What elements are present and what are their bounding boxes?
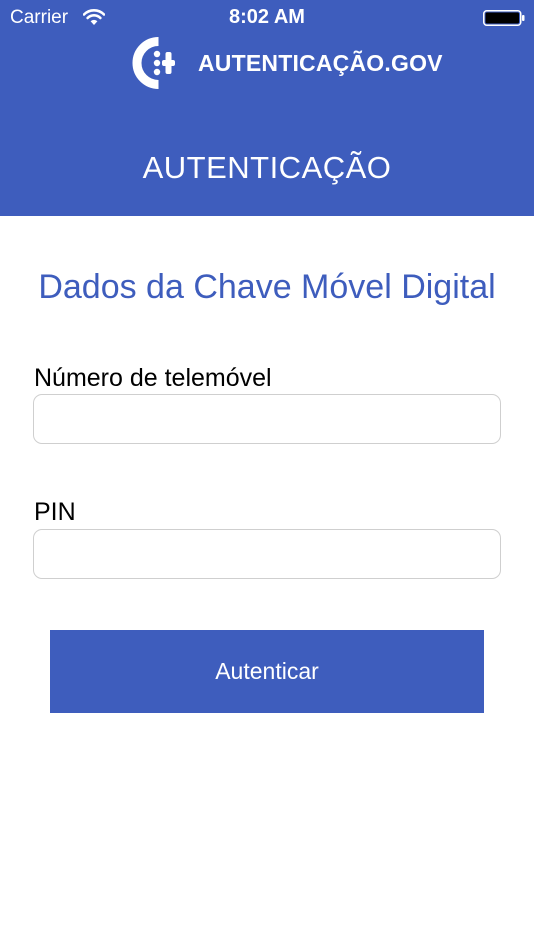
login-screen: Carrier 8:02 AM AUTENTICAÇÃO.GOV AUTENTI… [0,0,534,950]
page-title: AUTENTICAÇÃO [142,150,392,185]
clock: 8:02 AM [229,6,305,28]
form-title: Dados da Chave Móvel Digital [38,268,496,306]
autenticacao-gov-logo-icon [132,37,175,89]
phone-number-input[interactable] [33,394,501,444]
pin-label: PIN [34,498,76,526]
battery-icon [483,10,525,26]
status-bar: Carrier 8:02 AM [0,0,534,36]
pin-input[interactable] [33,529,501,579]
header: Carrier 8:02 AM AUTENTICAÇÃO.GOV AUTENTI… [0,0,534,216]
phone-number-label: Número de telemóvel [34,364,272,392]
brand-name: AUTENTICAÇÃO.GOV [198,50,443,76]
brand-logo: AUTENTICAÇÃO.GOV [124,35,443,91]
authenticate-button[interactable]: Autenticar [50,630,484,713]
